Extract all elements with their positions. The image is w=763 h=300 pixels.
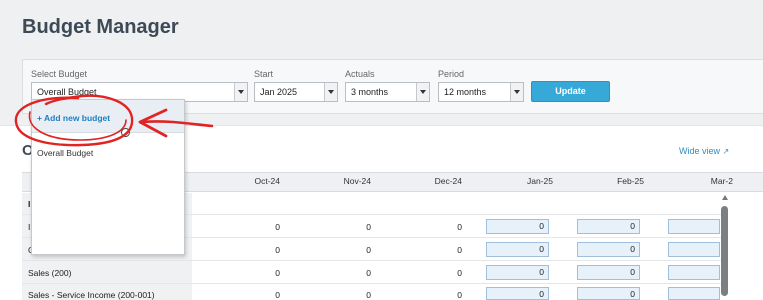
cell-value: 0 (366, 290, 371, 300)
budget-input[interactable]: 0 (486, 287, 549, 300)
period-dropdown[interactable]: 12 months (438, 82, 524, 102)
vertical-scrollbar[interactable] (719, 192, 731, 300)
budget-input[interactable]: 0 (486, 242, 549, 257)
budget-dropdown-menu: + Add new budget Overall Budget (31, 99, 185, 255)
cell-value: 0 (275, 245, 280, 255)
cell-value: 0 (275, 222, 280, 232)
cell-value: 0 (457, 245, 462, 255)
row-label: Sales (200) (28, 268, 72, 278)
page-title: Budget Manager (22, 16, 179, 38)
column-header: Mar-2 (710, 176, 733, 186)
cell-value: 0 (275, 290, 280, 300)
column-header: Nov-24 (343, 176, 371, 186)
budget-input[interactable] (668, 287, 720, 300)
budget-input[interactable]: 0 (486, 219, 549, 234)
select-budget-value: Overall Budget (37, 87, 97, 97)
start-dropdown[interactable]: Jan 2025 (254, 82, 338, 102)
add-new-budget-label: + Add new budget (37, 113, 111, 123)
wide-view-link[interactable]: Wide view ↗ (679, 146, 729, 156)
period-label: Period (438, 69, 465, 79)
column-header: Feb-25 (617, 176, 644, 186)
select-budget-label: Select Budget (31, 69, 88, 79)
mouse-cursor-icon (121, 128, 130, 137)
cell-value: 0 (457, 268, 462, 278)
row-label: Sales - Service Income (200-001) (28, 290, 155, 300)
add-new-budget-option[interactable]: + Add new budget (32, 100, 184, 133)
cell-value: 0 (457, 222, 462, 232)
budget-input[interactable] (668, 265, 720, 280)
start-value: Jan 2025 (260, 87, 298, 97)
dropdown-item-overall-budget[interactable]: Overall Budget (37, 148, 93, 158)
budget-input[interactable]: 0 (486, 265, 549, 280)
budget-input[interactable] (668, 242, 720, 257)
actuals-dropdown[interactable]: 3 months (345, 82, 430, 102)
budget-input[interactable]: 0 (577, 242, 640, 257)
external-icon: ↗ (722, 147, 730, 156)
actuals-label: Actuals (345, 69, 375, 79)
budget-input[interactable]: 0 (577, 219, 640, 234)
chevron-down-icon (324, 83, 337, 101)
scroll-up-icon[interactable] (722, 195, 728, 200)
period-value: 12 months (444, 87, 487, 97)
column-header: Oct-24 (254, 176, 280, 186)
wide-view-label: Wide view (679, 146, 721, 156)
actuals-value: 3 months (351, 87, 389, 97)
cell-value: 0 (366, 268, 371, 278)
budget-input[interactable] (668, 219, 720, 234)
budget-input[interactable]: 0 (577, 265, 640, 280)
cell-value: 0 (457, 290, 462, 300)
chevron-down-icon (234, 83, 247, 101)
column-header: Dec-24 (434, 176, 462, 186)
column-header: Jan-25 (527, 176, 553, 186)
update-button[interactable]: Update (531, 81, 610, 102)
cell-value: 0 (366, 245, 371, 255)
start-label: Start (254, 69, 274, 79)
cell-value: 0 (366, 222, 371, 232)
scroll-thumb[interactable] (721, 206, 728, 296)
cell-value: 0 (275, 268, 280, 278)
budget-input[interactable]: 0 (577, 287, 640, 300)
chevron-down-icon (510, 83, 523, 101)
chevron-down-icon (416, 83, 429, 101)
